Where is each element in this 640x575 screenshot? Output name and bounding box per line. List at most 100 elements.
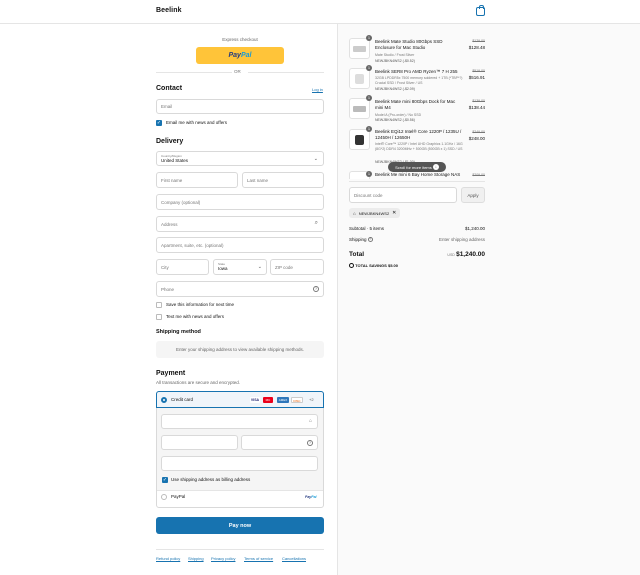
arrow-down-icon: ↓ — [432, 164, 439, 170]
item-price: $516.91 — [468, 75, 485, 80]
product-image — [355, 135, 364, 145]
city-input[interactable]: City — [156, 259, 209, 275]
scroll-for-more-tooltip[interactable]: Scroll for more items ↓ — [388, 162, 446, 172]
divider-left — [156, 72, 232, 73]
paypal-logo-pal: Pal — [311, 495, 317, 499]
cart-item: 1 Beelink Mate mini 80Gbps Dock for Mac … — [349, 95, 485, 124]
product-image — [353, 46, 366, 52]
cancellations-link[interactable]: Cancellations — [282, 556, 306, 561]
item-name: Beelink SER8 Pro AMD Ryzen™ 7 H 255 — [375, 69, 458, 74]
shipping-label: Shipping — [349, 237, 367, 242]
shipping-method-message: Enter your shipping address to view avai… — [156, 341, 324, 358]
product-thumbnail — [349, 38, 370, 59]
email-offers-checkbox[interactable]: ✓ — [156, 120, 162, 126]
email-input[interactable]: Email — [156, 99, 324, 114]
payment-title: Payment — [156, 370, 186, 377]
help-icon: ? — [313, 286, 319, 292]
footer-divider — [156, 549, 324, 550]
quantity-badge: 1 — [366, 126, 372, 132]
paypal-option-label[interactable]: PayPal — [171, 494, 185, 499]
shipping-method-title: Shipping method — [156, 329, 201, 335]
zip-input[interactable]: ZIP code — [270, 259, 324, 275]
express-checkout-title: Express checkout — [222, 37, 258, 42]
item-variant: 32GB LPDDR5x 7500 memory soldered + 1TB … — [375, 76, 463, 85]
search-icon: ⌕ — [314, 220, 318, 226]
text-offers-checkbox[interactable] — [156, 314, 162, 320]
company-input[interactable]: Company (optional) — [156, 194, 324, 210]
discount-code-input[interactable]: Discount code — [349, 187, 457, 203]
item-old-price: $129.00 — [472, 39, 485, 43]
item-old-price: $519.00 — [472, 69, 485, 73]
pay-now-button[interactable]: Pay now — [156, 517, 324, 534]
use-shipping-checkbox[interactable]: ✓ — [162, 477, 168, 483]
apply-discount-button[interactable]: Apply — [461, 187, 485, 203]
credit-card-radio[interactable] — [161, 397, 167, 403]
item-name: Beelink EQi12 Intel® Core 1220P / 1235U … — [375, 129, 462, 140]
item-name: Beelink Mate mini 80Gbps Dock for Mac mi… — [375, 99, 456, 110]
savings-tag-icon — [349, 263, 354, 269]
mastercard-icon: MC — [263, 397, 273, 403]
expiration-input[interactable] — [161, 435, 238, 450]
remove-discount-icon[interactable]: ✕ — [392, 210, 396, 216]
quantity-badge: 1 — [366, 35, 372, 41]
amex-icon: AMEX — [277, 397, 289, 403]
item-old-price: $249.00 — [472, 130, 485, 134]
country-select[interactable]: Country/Region United States ⌄ — [156, 151, 324, 166]
name-on-card-input[interactable] — [161, 456, 318, 471]
header: Beelink — [0, 0, 640, 24]
paypal-radio[interactable] — [161, 494, 167, 500]
phone-input[interactable]: Phone ? — [156, 281, 324, 297]
delivery-title: Delivery — [156, 138, 184, 145]
brand-logo[interactable]: Beelink — [156, 7, 182, 14]
paypal-express-button[interactable]: Pay Pal — [196, 47, 284, 64]
phone-placeholder: Phone — [161, 286, 175, 292]
card-number-input[interactable]: ⌂ — [161, 414, 318, 429]
text-offers-label: Text me with news and offers — [166, 314, 224, 319]
paypal-divider — [157, 490, 323, 491]
help-icon: ? — [307, 440, 313, 446]
payment-subtitle: All transactions are secure and encrypte… — [156, 380, 241, 385]
item-old-price: $209.00 — [472, 173, 485, 177]
terms-of-service-link[interactable]: Terms of service — [244, 556, 273, 561]
help-icon: ? — [367, 237, 373, 243]
cart-item: 1 Beelink Mate Studio 80Gbps SSD Enclosu… — [349, 35, 485, 64]
state-select[interactable]: State Iowa ⌄ — [213, 259, 267, 275]
login-link[interactable]: Log in — [312, 87, 323, 92]
divider-right — [248, 72, 324, 73]
paypal-logo-icon: PayPal — [305, 495, 317, 499]
shipping-link[interactable]: Shipping — [188, 556, 204, 561]
country-value: United States — [161, 158, 189, 163]
subtotal-row: Subtotal · 5 items $1,240.00 — [349, 226, 485, 231]
item-discount: NEWJBKN4WS2 (-$2.09) — [375, 87, 415, 91]
total-value: $1,240.00 — [456, 251, 485, 258]
product-thumbnail — [349, 98, 370, 119]
item-old-price: $139.00 — [472, 99, 485, 103]
total-row: Total USD $1,240.00 — [349, 251, 485, 261]
chevron-down-icon: ⌄ — [313, 156, 318, 162]
first-name-input[interactable]: First name — [156, 172, 238, 188]
savings-label: TOTAL SAVINGS — [355, 263, 387, 268]
product-thumbnail — [349, 129, 370, 150]
item-discount: NEWJBKN4WS2 (-$0.52) — [375, 59, 415, 63]
apartment-input[interactable]: Apartment, suite, etc. (optional) — [156, 237, 324, 253]
subtotal-label: Subtotal · 5 items — [349, 226, 385, 231]
paypal-pal-text: Pal — [240, 52, 252, 59]
tag-icon: ⌂ — [353, 210, 356, 216]
total-savings-row: TOTAL SAVINGS $5.00 — [349, 263, 485, 269]
chevron-down-icon: ⌄ — [257, 264, 262, 270]
cart-item: 1 Beelink EQi12 Intel® Core 1220P / 1235… — [349, 126, 485, 165]
currency-label: USD — [447, 253, 455, 257]
or-divider-text: OR — [234, 69, 241, 74]
total-value-group: USD $1,240.00 — [447, 251, 485, 258]
quantity-badge: 1 — [366, 65, 372, 71]
address-input[interactable]: Address ⌕ — [156, 216, 324, 232]
last-name-input[interactable]: Last name — [242, 172, 324, 188]
save-info-label: Save this information for next time — [166, 302, 235, 307]
privacy-policy-link[interactable]: Privacy policy — [211, 556, 235, 561]
shopping-bag-icon[interactable] — [476, 5, 485, 16]
save-info-checkbox[interactable] — [156, 302, 162, 308]
refund-policy-link[interactable]: Refund policy — [156, 556, 180, 561]
security-code-input[interactable]: ? — [241, 435, 318, 450]
credit-card-label: Credit card — [171, 397, 194, 402]
total-label: Total — [349, 251, 365, 258]
